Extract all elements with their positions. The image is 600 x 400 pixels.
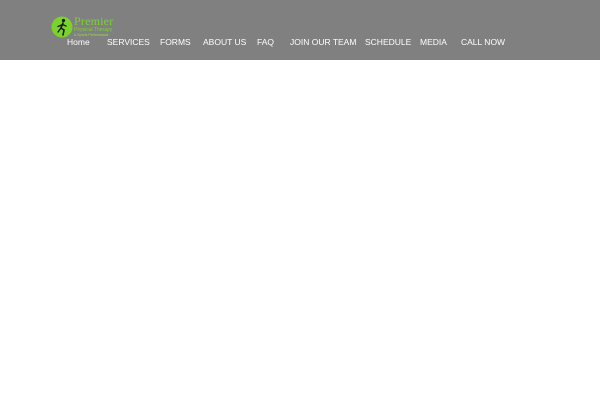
nav-item-call-now[interactable]: CALL NOW <box>461 36 505 48</box>
page-content <box>0 60 600 400</box>
runner-icon <box>51 16 73 38</box>
nav-item-home[interactable]: Home <box>67 36 90 48</box>
logo-name: Premier <box>74 14 114 28</box>
site-header: Premier Physical Therapy & Sports Perfor… <box>0 0 600 60</box>
nav-item-forms[interactable]: FORMS <box>160 36 191 48</box>
nav-item-services[interactable]: SERVICES <box>107 36 150 48</box>
nav-item-schedule[interactable]: SCHEDULE <box>365 36 411 48</box>
nav-item-media[interactable]: MEDIA <box>420 36 447 48</box>
logo-wordmark: Premier Physical Therapy & Sports Perfor… <box>74 15 113 38</box>
nav-item-about-us[interactable]: ABOUT US <box>203 36 246 48</box>
nav-item-join-our-team[interactable]: JOIN OUR TEAM <box>290 36 356 48</box>
nav-item-faq[interactable]: FAQ <box>257 36 274 48</box>
